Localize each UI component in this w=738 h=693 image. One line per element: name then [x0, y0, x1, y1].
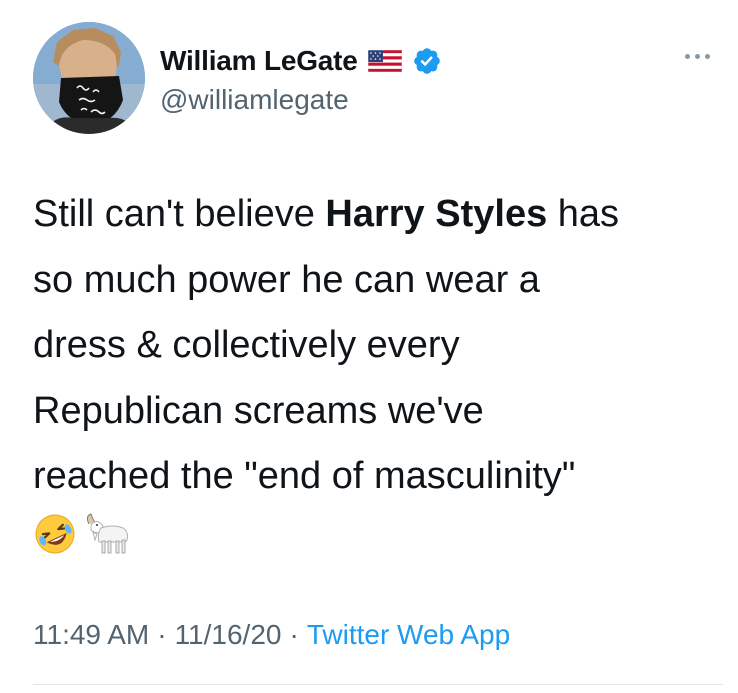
meta-separator: · — [289, 619, 299, 650]
meta-separator: · — [157, 619, 167, 650]
text-segment: Still can't believe — [33, 193, 326, 235]
text-segment: dress & collectively every — [33, 324, 460, 366]
bold-name: Harry Styles — [325, 193, 548, 235]
author-avatar[interactable] — [33, 22, 145, 134]
divider — [33, 684, 723, 685]
tweet-source-link[interactable]: Twitter Web App — [307, 619, 510, 651]
text-segment: so much power he can wear a — [33, 258, 540, 301]
more-options-icon[interactable] — [677, 46, 717, 66]
text-segment: Republican screams we've — [33, 389, 484, 432]
tweet-text: Still can't believe Harry Styles has so … — [33, 182, 723, 510]
tweet-text-line: Still can't believe Harry Styles has — [33, 182, 723, 248]
author-name-row: William LeGate — [160, 44, 442, 78]
text-segment: has — [547, 193, 620, 235]
more-dot — [694, 53, 700, 59]
verified-badge-icon — [413, 48, 440, 74]
tweet-text-line: dress & collectively every — [33, 313, 723, 379]
us-flag-icon — [367, 50, 402, 72]
tweet-text-line: so much power he can wear a — [33, 248, 723, 314]
author-display-name[interactable]: William LeGate — [160, 45, 358, 77]
tweet-text-line: Republican screams we've — [33, 379, 723, 445]
text-segment: reached the "end of masculinity" — [33, 455, 576, 497]
tweet-card: William LeGate @williamlegate Still can' — [0, 0, 738, 693]
rolling-on-floor-laughing-emoji — [35, 514, 75, 554]
tweet-date[interactable]: 11/16/20 — [175, 619, 282, 651]
goat-emoji — [86, 513, 128, 554]
author-handle[interactable]: @williamlegate — [160, 84, 349, 116]
more-dot — [704, 53, 710, 59]
tweet-text-line: reached the "end of masculinity" — [33, 444, 723, 510]
more-dot — [684, 53, 690, 59]
tweet-time[interactable]: 11:49 AM — [33, 619, 149, 651]
tweet-emojis — [33, 508, 131, 560]
tweet-meta: 11:49 AM · 11/16/20 · Twitter Web App — [33, 617, 510, 653]
